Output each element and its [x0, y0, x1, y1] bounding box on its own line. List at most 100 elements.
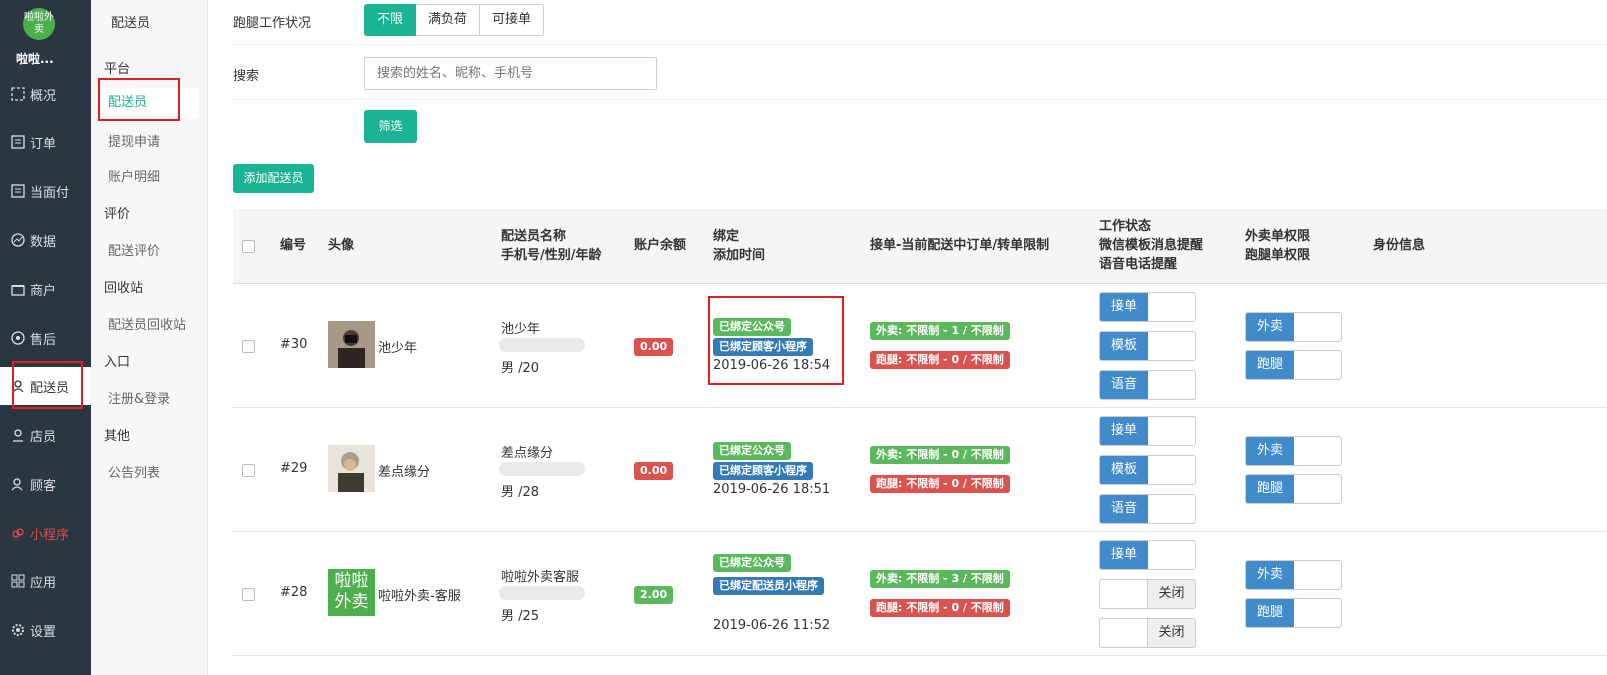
row-checkbox[interactable]	[242, 464, 255, 477]
row-gender-age: 男 /20	[501, 361, 540, 376]
toggle-template[interactable]: 关闭	[1099, 579, 1196, 609]
sub-link-withdraw[interactable]: 提现申请	[108, 131, 160, 150]
group-recycle: 回收站	[104, 281, 144, 296]
toggle-takeout-permission[interactable]: 外卖	[1245, 436, 1342, 466]
th-work-line3: 语音电话提醒	[1099, 257, 1178, 272]
toggle-voice[interactable]: 语音	[1099, 494, 1196, 524]
toggle-template[interactable]: 模板	[1099, 455, 1196, 485]
group-review: 评价	[104, 207, 131, 222]
toggle-errand-permission[interactable]: 跑腿	[1245, 598, 1342, 628]
bind-badge-miniprogram: 已绑定顾客小程序	[713, 462, 813, 480]
nav-item-label: 商户	[30, 283, 57, 299]
nav-item-label: 应用	[30, 575, 57, 591]
toggle-takeout-permission[interactable]: 外卖	[1245, 312, 1342, 342]
row-checkbox[interactable]	[242, 588, 255, 601]
divider	[233, 44, 1607, 45]
toggle-errand-permission[interactable]: 跑腿	[1245, 350, 1342, 380]
toggle-template[interactable]: 模板	[1099, 331, 1196, 361]
gear-icon	[10, 622, 26, 638]
phone-blurred	[499, 462, 585, 480]
nav-item-merchants[interactable]: 商户	[0, 270, 91, 308]
nav-item-label: 概况	[30, 88, 57, 104]
nav-item-settings[interactable]: 设置	[0, 611, 91, 649]
nav-item-data[interactable]: 数据	[0, 221, 91, 259]
nav-item-label: 设置	[30, 624, 57, 640]
status-option-full[interactable]: 满负荷	[416, 4, 481, 36]
nav-item-face-pay[interactable]: 当面付	[0, 172, 91, 210]
nav-item-customer[interactable]: 顾客	[0, 465, 91, 503]
row-nickname: 池少年	[378, 341, 418, 356]
limit-takeout: 外卖: 不限制 - 3 / 不限制	[870, 570, 1010, 588]
th-identity: 身份信息	[1373, 238, 1426, 253]
nav-item-orders[interactable]: 订单	[0, 123, 91, 161]
row-name: 差点缘分	[501, 446, 554, 461]
toggle-voice[interactable]: 语音	[1099, 370, 1196, 400]
store-icon	[10, 281, 26, 297]
balance-badge: 0.00	[634, 462, 674, 480]
highlight-box	[98, 78, 180, 121]
nav-item-label: 数据	[30, 234, 57, 250]
bind-badge-miniprogram: 已绑定配送员小程序	[713, 577, 824, 595]
search-label: 搜索	[233, 69, 260, 84]
nav-item-clerk[interactable]: 店员	[0, 416, 91, 454]
nav-item-label: 订单	[30, 136, 57, 152]
service-icon	[10, 330, 26, 346]
toggle-accept-order[interactable]: 接单	[1099, 540, 1196, 570]
balance-badge: 2.00	[634, 586, 674, 604]
divider	[233, 99, 1607, 100]
avatar	[328, 321, 375, 368]
nav-item-label: 顾客	[30, 478, 57, 494]
filter-button[interactable]: 筛选	[364, 110, 417, 143]
row-checkbox[interactable]	[242, 340, 255, 353]
th-bind-line2: 添加时间	[713, 248, 766, 263]
nav-item-label: 当面付	[30, 185, 70, 201]
sub-sidebar-title: 配送员	[111, 16, 151, 31]
toggle-accept-order[interactable]: 接单	[1099, 416, 1196, 446]
th-permission: 外卖单权限 跑腿单权限	[1245, 227, 1310, 265]
limit-errand: 跑腿: 不限制 - 0 / 不限制	[870, 475, 1010, 493]
nav-item-apps[interactable]: 应用	[0, 562, 91, 600]
add-deliverer-button[interactable]: 添加配送员	[233, 164, 314, 193]
nav-item-label: 售后	[30, 332, 57, 348]
toggle-voice[interactable]: 关闭	[1099, 618, 1196, 648]
toggle-errand-permission[interactable]: 跑腿	[1245, 474, 1342, 504]
sub-link-delivery-review[interactable]: 配送评价	[108, 240, 160, 259]
limit-errand: 跑腿: 不限制 - 0 / 不限制	[870, 599, 1010, 617]
limit-takeout: 外卖: 不限制 - 1 / 不限制	[870, 322, 1010, 340]
select-all-checkbox[interactable]	[242, 240, 255, 253]
sub-link-deliverer-recycle[interactable]: 配送员回收站	[108, 314, 186, 333]
search-input[interactable]	[364, 57, 657, 90]
th-work-line1: 工作状态	[1099, 219, 1152, 234]
receipt-icon	[10, 183, 26, 199]
group-platform: 平台	[104, 62, 131, 77]
nav-item-label: 小程序	[30, 527, 70, 543]
row-add-time: 2019-06-26 11:52	[713, 618, 831, 633]
miniprogram-icon	[10, 525, 26, 541]
row-name: 啦啦外卖客服	[501, 570, 580, 585]
th-bind-line1: 绑定	[713, 229, 740, 244]
nav-item-after-sales[interactable]: 售后	[0, 319, 91, 357]
sub-link-account[interactable]: 账户明细	[108, 166, 160, 185]
sub-link-register[interactable]: 注册&登录	[108, 388, 170, 407]
th-name: 配送员名称 手机号/性别/年龄	[501, 227, 602, 265]
status-option-available[interactable]: 可接单	[480, 4, 545, 36]
sub-link-notice[interactable]: 公告列表	[108, 462, 160, 481]
phone-blurred	[499, 338, 585, 356]
toggle-takeout-permission[interactable]: 外卖	[1245, 560, 1342, 590]
table-row: #28 啦啦外卖 啦啦外卖-客服 啦啦外卖客服 男 /25 2.00 已绑定公众…	[233, 532, 1607, 656]
nav-item-miniprogram[interactable]: 小程序	[0, 514, 91, 552]
limit-errand: 跑腿: 不限制 - 0 / 不限制	[870, 351, 1010, 369]
nav-item-label: 店员	[30, 429, 57, 445]
th-work-line2: 微信模板消息提醒	[1099, 238, 1204, 253]
bind-badge-official: 已绑定公众号	[713, 442, 791, 460]
shop-name[interactable]: 啦啦...	[16, 50, 54, 67]
nav-item-overview[interactable]: 概况	[0, 75, 91, 113]
status-filter-group: 不限 满负荷 可接单	[364, 4, 545, 36]
th-perm-line1: 外卖单权限	[1245, 229, 1311, 244]
logo: 啦啦外卖	[23, 8, 55, 40]
th-bind: 绑定 添加时间	[713, 227, 765, 265]
clerk-icon	[10, 427, 26, 443]
status-option-all[interactable]: 不限	[364, 4, 417, 36]
toggle-accept-order[interactable]: 接单	[1099, 292, 1196, 322]
table-row: #29 差点缘分 差点缘分 男 /28 0.00 已绑定公众号 已绑定顾客小程序…	[233, 408, 1607, 532]
